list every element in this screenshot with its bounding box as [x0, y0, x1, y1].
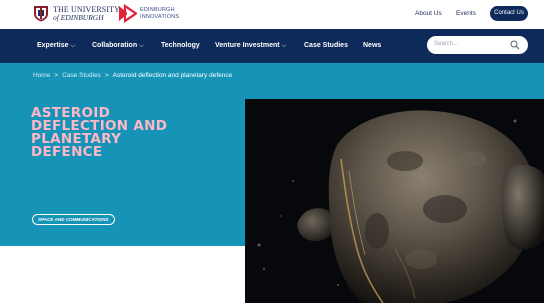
nav-item-venture-investment[interactable]: Venture Investment ⌵ — [215, 42, 286, 50]
contact-us-button[interactable]: Contact Us — [490, 6, 528, 21]
events-link[interactable]: Events — [456, 10, 476, 17]
about-us-link[interactable]: About Us — [415, 10, 442, 17]
nav-item-label: Collaboration — [92, 42, 138, 49]
asteroid-image — [245, 99, 544, 303]
chevron-down-icon: ⌵ — [281, 43, 287, 49]
breadcrumb-home-link[interactable]: Home — [33, 72, 50, 79]
university-crest-icon[interactable] — [33, 5, 49, 22]
page-title: Asteroid deflection and planetary defenc… — [31, 105, 168, 160]
search-placeholder: Search... — [434, 41, 459, 47]
chevron-down-icon: ⌵ — [139, 43, 144, 49]
category-tag[interactable]: SPACE AND COMMUNICATIONS — [32, 214, 115, 225]
nav-item-collaboration[interactable]: Collaboration ⌵ — [92, 42, 144, 50]
nav-item-expertise[interactable]: Expertise ⌵ — [37, 42, 75, 50]
breadcrumb-current: Asteroid deflection and planetary defenc… — [112, 72, 233, 79]
main-navigation: Expertise ⌵ Collaboration ⌵ Technology Ven… — [0, 29, 544, 63]
innovations-name-line2: INNOVATIONS — [140, 14, 180, 20]
edinburgh-innovations-logo-text[interactable]: EDINBURGH INNOVATIONS — [140, 7, 179, 21]
nav-item-label: Case Studies — [304, 42, 348, 49]
edinburgh-innovations-logo-icon[interactable] — [118, 4, 137, 23]
nav-item-label: Expertise — [37, 42, 69, 49]
nav-item-news[interactable]: News — [363, 42, 381, 49]
chevron-down-icon: ⌵ — [70, 43, 76, 49]
nav-item-label: News — [363, 42, 382, 49]
search-input[interactable]: Search... — [427, 36, 528, 54]
breadcrumb: Home > Case Studies > Asteroid deflection an… — [33, 72, 232, 79]
university-logo-text[interactable]: THE UNIVERSITY of EDINBURGH — [53, 6, 120, 22]
nav-item-technology[interactable]: Technology — [161, 42, 200, 49]
nav-item-label: Technology — [161, 42, 200, 49]
university-name-line2: of EDINBURGH — [53, 13, 104, 22]
innovations-name-line1: EDINBURGH — [140, 7, 175, 13]
breadcrumb-separator: > — [54, 72, 59, 79]
breadcrumb-case-studies-link[interactable]: Case Studies — [62, 72, 101, 79]
top-bar: THE UNIVERSITY of EDINBURGH EDINBURGH IN… — [0, 0, 544, 29]
search-icon[interactable] — [510, 40, 520, 50]
nav-item-case-studies[interactable]: Case Studies — [304, 42, 348, 49]
breadcrumb-separator: > — [104, 72, 109, 79]
nav-item-label: Venture Investment — [215, 42, 280, 49]
